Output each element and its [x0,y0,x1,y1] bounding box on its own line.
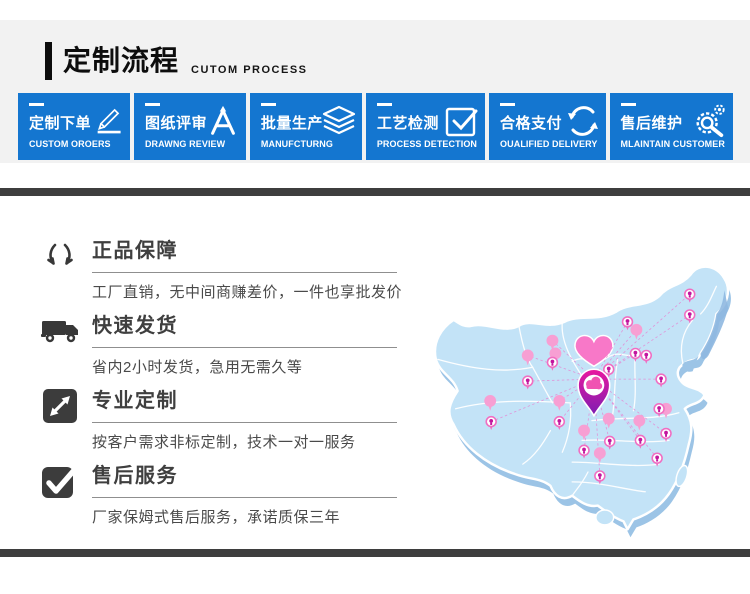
services-list: 正品保障 工厂直销，无中间商赚差价，一件也享批发价 快速发货 省内2小时发货，急… [40,222,412,522]
service-title: 专业定制 [92,384,397,423]
gear-wrench-icon [693,104,727,138]
service-item-after-sales-service: 售后服务 厂家保姆式售后服务，承诺质保三年 [40,447,412,522]
title-accent-bar [45,42,52,80]
step-title-en: DRAWNG REVIEW [145,139,238,149]
service-title: 售后服务 [92,459,397,498]
process-step-qualified-delivery[interactable]: 合格支付 OUALIFIED DELIVERY [489,93,605,160]
section-title-zh: 定制流程 [63,42,179,80]
sync-arrows-icon [566,104,600,138]
step-title-en: CUSTOM OROERS [29,139,122,149]
step-title-en: PROCESS DETECTION [377,139,477,149]
page: 定制流程 CUTOM PROCESS 定制下单 CUSTOM OROERS 图纸… [0,0,750,594]
process-step-process-detection[interactable]: 工艺检测 PROCESS DETECTION [366,93,485,160]
layers-icon [322,104,356,138]
step-dash [29,103,44,106]
step-title-en: OUALIFIED DELIVERY [500,139,597,149]
drafting-tools-icon [206,104,240,138]
top-divider [0,188,750,196]
service-item-genuine-guarantee: 正品保障 工厂直销，无中间商赚差价，一件也享批发价 [40,222,412,297]
step-dash [621,103,636,106]
header-band: 定制流程 CUTOM PROCESS 定制下单 CUSTOM OROERS 图纸… [0,20,750,163]
check-box-icon [40,463,80,499]
service-item-fast-shipping: 快速发货 省内2小时发货，急用无需久等 [40,297,412,372]
process-step-manufacturing[interactable]: 批量生产 MANUFCTURNG [250,93,362,160]
service-desc: 厂家保姆式售后服务，承诺质保三年 [92,506,412,527]
step-dash [377,103,392,106]
china-distribution-map [424,240,750,542]
service-item-professional-customization: 专业定制 按客户需求非标定制，技术一对一服务 [40,372,412,447]
step-dash [145,103,160,106]
check-square-icon [445,104,479,138]
step-title-en: MANUFCTURNG [261,139,354,149]
map-hainan [596,510,614,525]
process-step-drawing-review[interactable]: 图纸评审 DRAWNG REVIEW [134,93,246,160]
section-title-en: CUTOM PROCESS [191,64,307,76]
service-title: 快速发货 [92,309,397,348]
step-dash [500,103,515,106]
resize-arrows-icon [40,388,80,424]
step-title-en: MLAINTAIN CUSTOMER [621,139,725,149]
process-step-custom-orders[interactable]: 定制下单 CUSTOM OROERS [18,93,130,160]
open-hands-icon [40,238,80,274]
section-header: 定制流程 CUTOM PROCESS [45,42,308,80]
step-dash [261,103,276,106]
truck-icon [40,313,80,349]
pencil-icon [90,104,124,138]
process-steps-row: 定制下单 CUSTOM OROERS 图纸评审 DRAWNG REVIEW [18,93,733,160]
process-step-after-sales-maintain[interactable]: 售后维护 MLAINTAIN CUSTOMER [610,93,733,160]
service-title: 正品保障 [92,234,397,273]
bottom-divider [0,549,750,557]
